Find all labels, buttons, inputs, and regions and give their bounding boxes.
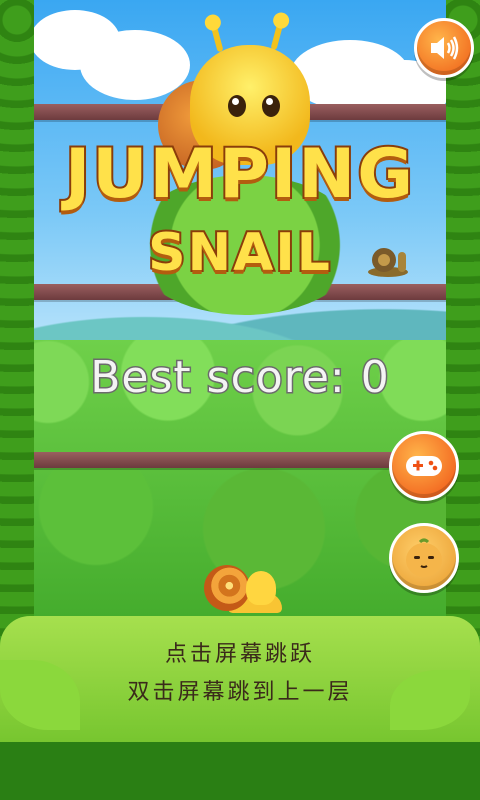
small-snail-icon — [368, 248, 408, 277]
face-icon — [406, 538, 442, 577]
snail-shell — [204, 565, 250, 611]
mascot-eye — [262, 95, 280, 117]
instruction-tap: 点击屏幕跳跃 — [164, 642, 315, 667]
game-title: JUMPING SNAIL — [40, 133, 440, 325]
gamepad-icon — [406, 456, 442, 476]
instruction-double-tap: 双击屏幕跳到上一层 — [127, 680, 353, 705]
character-button[interactable] — [389, 523, 459, 593]
best-score-value: 0 — [359, 351, 390, 405]
title-line-1: JUMPING — [63, 133, 416, 216]
game-scene[interactable]: JUMPING SNAIL Best score: 0 点击屏幕跳跃 双击屏幕跳… — [0, 0, 480, 800]
grass-band — [0, 742, 480, 800]
best-score-label: Best score: — [89, 351, 346, 405]
snail-head — [246, 571, 276, 605]
player-snail — [202, 555, 282, 625]
sound-button[interactable] — [414, 18, 474, 78]
best-score: Best score: 0 — [0, 351, 480, 405]
speaker-icon — [431, 36, 459, 60]
play-button[interactable] — [389, 431, 459, 501]
mascot-eye — [228, 95, 246, 117]
